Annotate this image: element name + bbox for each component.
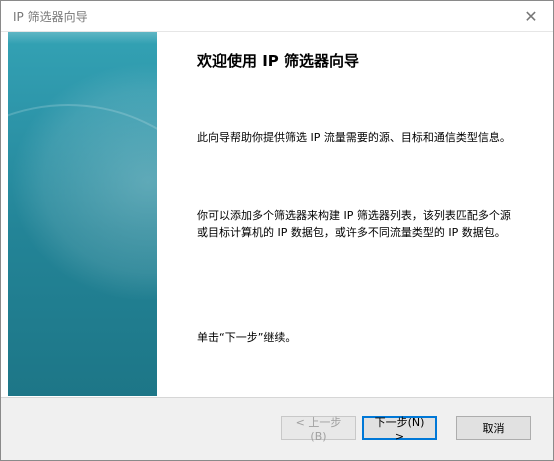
- cancel-button[interactable]: 取消: [456, 416, 531, 440]
- next-button[interactable]: 下一步(N) >: [362, 416, 437, 443]
- details-paragraph: 你可以添加多个筛选器来构建 IP 筛选器列表，该列表匹配多个源或目标计算机的 I…: [197, 209, 511, 239]
- close-icon[interactable]: ✕: [509, 1, 553, 31]
- wizard-window: IP 筛选器向导 ✕ 欢迎使用 IP 筛选器向导 此向导帮助你提供筛选 IP 流…: [0, 0, 554, 461]
- banner-arc-decoration: [8, 104, 157, 396]
- banner-highlight: [8, 32, 157, 44]
- button-bar: < 上一步(B) 下一步(N) > 取消: [1, 397, 553, 460]
- continue-instruction: 单击“下一步”继续。: [197, 331, 297, 344]
- intro-paragraph: 此向导帮助你提供筛选 IP 流量需要的源、目标和通信类型信息。: [197, 131, 511, 144]
- page-title: 欢迎使用 IP 筛选器向导: [197, 52, 360, 70]
- wizard-sidebar-banner: [8, 32, 157, 396]
- wizard-content: 欢迎使用 IP 筛选器向导 此向导帮助你提供筛选 IP 流量需要的源、目标和通信…: [175, 32, 531, 396]
- window-title: IP 筛选器向导: [13, 10, 88, 24]
- title-bar: IP 筛选器向导 ✕: [1, 1, 553, 32]
- back-button[interactable]: < 上一步(B): [281, 416, 356, 443]
